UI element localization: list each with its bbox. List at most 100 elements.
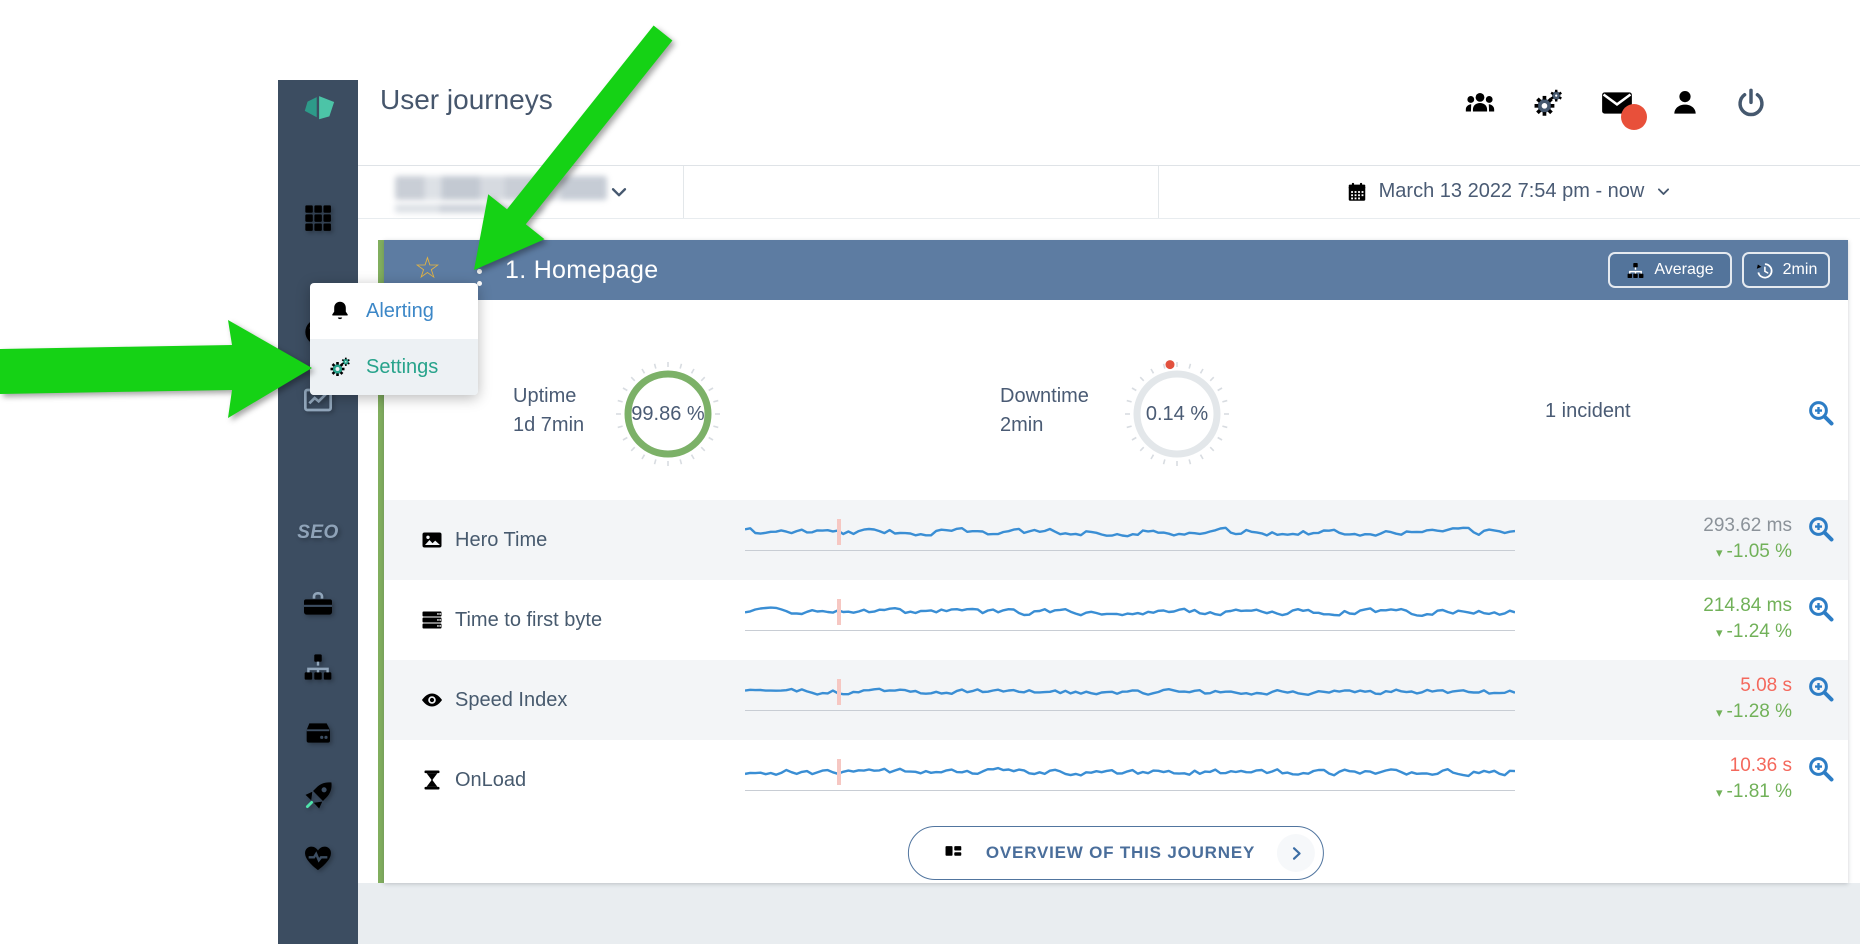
zoom-in-icon (1806, 514, 1836, 544)
zoom-in-icon (1806, 754, 1836, 784)
header-icon-bar (1463, 86, 1767, 120)
arrow-to-kebab-menu (474, 26, 672, 271)
incident-marker (837, 679, 841, 705)
menu-item-settings[interactable]: Settings (310, 339, 478, 395)
uptime-percent: 99.86 % (608, 354, 728, 474)
sitemap-icon (1626, 261, 1645, 280)
chevron-right-circle (1277, 834, 1315, 872)
sidebar-item-dashboards[interactable] (278, 202, 358, 234)
metric-label: Speed Index (455, 660, 567, 740)
sparkline-chart (745, 660, 1515, 740)
overview-journey-label: OVERVIEW OF THIS JOURNEY (986, 843, 1255, 863)
zoom-in-icon (1806, 674, 1836, 704)
metric-values: 5.08 s▾-1.28 % (1716, 673, 1792, 726)
brand-logo-icon[interactable] (296, 92, 340, 126)
metric-label: Hero Time (455, 500, 547, 580)
metric-zoom-button[interactable] (1806, 754, 1836, 784)
metric-zoom-button[interactable] (1806, 594, 1836, 624)
page-title: User journeys (380, 84, 553, 116)
interval-button[interactable]: 2min (1742, 252, 1830, 288)
chevron-right-icon (1287, 844, 1306, 863)
metric-row-ttfb: Time to first byte 214.84 ms▾-1.24 % (384, 580, 1848, 660)
overview-journey-button[interactable]: OVERVIEW OF THIS JOURNEY (908, 826, 1324, 880)
metric-row-onload: OnLoad 10.36 s▾-1.81 % (384, 740, 1848, 820)
metric-values: 10.36 s▾-1.81 % (1716, 753, 1792, 806)
metric-zoom-button[interactable] (1806, 674, 1836, 704)
server-stack-icon (420, 608, 444, 632)
users-icon (1463, 86, 1497, 120)
power-icon (1735, 87, 1767, 119)
downtime-gauge: 0.14 % (1117, 354, 1237, 474)
logout-button[interactable] (1735, 87, 1767, 119)
uptime-label: Uptime1d 7min (513, 382, 584, 440)
sidebar-item-user-journeys[interactable] (278, 779, 358, 813)
sitemap-icon (302, 651, 334, 683)
zoom-in-icon (1806, 398, 1836, 428)
menu-item-alerting[interactable]: Alerting (310, 283, 478, 339)
interval-label: 2min (1783, 261, 1818, 279)
metric-label: Time to first byte (455, 580, 602, 660)
messages-button[interactable] (1599, 86, 1635, 120)
app-window: SEO User journeys March 13 2022 7:54 pm … (0, 0, 1860, 944)
hourglass-icon (420, 768, 444, 792)
sidebar-item-servers[interactable] (278, 716, 358, 748)
sidebar-item-health[interactable] (278, 842, 358, 874)
sidebar: SEO (278, 80, 358, 944)
chevron-down-icon (608, 181, 630, 203)
down-trend-icon: ▾ (1716, 785, 1723, 800)
incident-marker (837, 759, 841, 785)
calendar-icon (1346, 181, 1368, 203)
incident-marker (837, 599, 841, 625)
journey-panel-header: ☆ 1. Homepage Average 2min (384, 240, 1848, 300)
metric-row-speed-index: Speed Index 5.08 s▾-1.28 % (384, 660, 1848, 740)
account-selector-redacted[interactable] (395, 176, 607, 200)
journey-panel: ☆ 1. Homepage Average 2min Uptime1d 7min… (384, 240, 1848, 883)
kebab-dropdown-menu: Alerting Settings (310, 283, 478, 395)
downtime-label: Downtime2min (1000, 382, 1089, 440)
sidebar-item-toolbox[interactable] (278, 588, 358, 620)
menu-item-label: Settings (366, 356, 438, 379)
toolbar-divider (683, 166, 684, 218)
date-range-picker[interactable]: March 13 2022 7:54 pm - now (1158, 165, 1860, 218)
gears-icon (1531, 86, 1565, 120)
sidebar-item-seo[interactable]: SEO (278, 522, 358, 544)
admin-settings-button[interactable] (1531, 86, 1565, 120)
down-trend-icon: ▾ (1716, 705, 1723, 720)
sparkline-chart (745, 500, 1515, 580)
down-trend-icon: ▾ (1716, 545, 1723, 560)
page-background (358, 883, 1860, 944)
zoom-in-icon (1806, 594, 1836, 624)
menu-item-label: Alerting (366, 300, 434, 323)
heart-pulse-icon (302, 842, 334, 874)
briefcase-icon (302, 588, 334, 620)
incident-count: 1 incident (1545, 400, 1631, 423)
arrow-to-settings-item (0, 320, 312, 418)
server-icon (302, 716, 334, 748)
uptime-gauge: 99.86 % (608, 354, 728, 474)
rocket-icon (301, 779, 335, 813)
journey-title: 1. Homepage (505, 240, 658, 300)
metric-label: OnLoad (455, 740, 526, 820)
sparkline-chart (745, 740, 1515, 820)
person-icon (1669, 87, 1701, 119)
summary-zoom-button[interactable] (1806, 398, 1836, 428)
apps-grid-icon (302, 202, 334, 234)
account-selector-chevron[interactable] (608, 181, 630, 203)
favorite-star-icon[interactable]: ☆ (414, 252, 441, 286)
metric-values: 214.84 ms▾-1.24 % (1703, 593, 1792, 646)
average-label: Average (1654, 261, 1713, 279)
sidebar-item-sitemap[interactable] (278, 651, 358, 683)
metric-row-hero-time: Hero Time 293.62 ms▾-1.05 % (384, 500, 1848, 580)
down-trend-icon: ▾ (1716, 625, 1723, 640)
notification-badge (1621, 104, 1647, 130)
date-range-label: March 13 2022 7:54 pm - now (1379, 180, 1645, 203)
sparkline-chart (745, 580, 1515, 660)
team-button[interactable] (1463, 86, 1497, 120)
dashboard-grid-icon (943, 843, 964, 864)
metric-zoom-button[interactable] (1806, 514, 1836, 544)
toolbar-bottom-border (358, 218, 1860, 219)
chevron-down-icon (1655, 183, 1672, 200)
image-icon (420, 528, 444, 552)
account-button[interactable] (1669, 87, 1701, 119)
average-toggle-button[interactable]: Average (1608, 252, 1732, 288)
